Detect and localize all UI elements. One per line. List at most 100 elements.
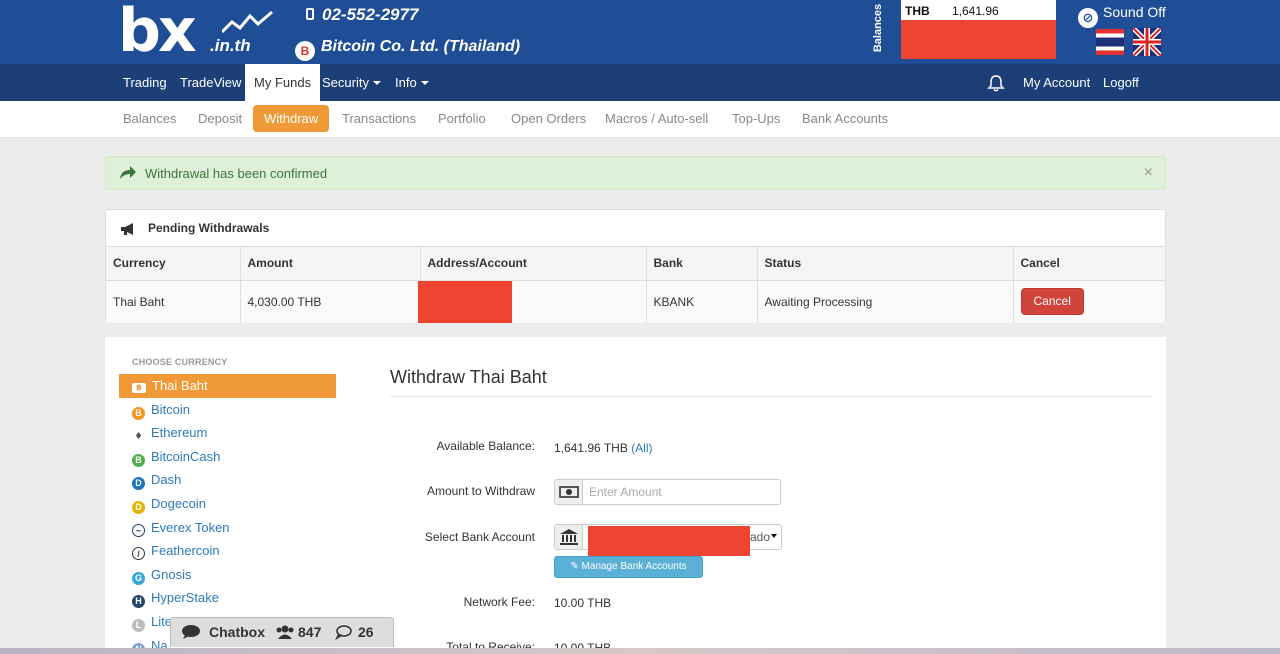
banknote-icon: ฿ <box>132 383 146 393</box>
cell-status: Awaiting Processing <box>757 280 1014 323</box>
cancel-button[interactable]: Cancel <box>1020 288 1084 315</box>
subnav-balances[interactable]: Balances <box>112 105 187 132</box>
redacted-area <box>417 280 512 323</box>
choose-currency-title: CHOOSE CURRENCY <box>132 357 228 367</box>
bitcoincash-icon: B <box>132 453 145 467</box>
close-icon[interactable]: × <box>1144 164 1153 182</box>
subnav-withdraw[interactable]: Withdraw <box>253 105 330 132</box>
divider <box>390 396 1152 397</box>
currency-gnosis[interactable]: G Gnosis <box>119 563 336 587</box>
bx-logo[interactable]: bx .in.th <box>118 0 278 66</box>
table-row: Thai Baht 4,030.00 THB KBANK Awaiting Pr… <box>106 280 1165 323</box>
pending-table: Currency Amount Address/Account Bank Sta… <box>106 247 1165 323</box>
subnav-macros[interactable]: Macros / Auto-sell <box>594 105 719 132</box>
funds-subnav: Balances Deposit Withdraw Transactions P… <box>0 101 1280 138</box>
share-arrow-icon <box>120 166 136 179</box>
bank-account-select[interactable]: ado <box>554 524 782 556</box>
success-alert: Withdrawal has been confirmed × <box>105 156 1166 190</box>
nav-tradeview[interactable]: TradeView <box>171 64 250 101</box>
chatbox-bar[interactable]: Chatbox 847 26 <box>170 617 394 647</box>
cell-amount: 4,030.00 THB <box>240 280 421 323</box>
megaphone-icon <box>121 223 133 235</box>
subnav-top-ups[interactable]: Top-Ups <box>721 105 791 132</box>
subnav-portfolio[interactable]: Portfolio <box>427 105 497 132</box>
subnav-deposit[interactable]: Deposit <box>187 105 253 132</box>
currency-bitcoincash[interactable]: B BitcoinCash <box>119 445 336 469</box>
users-icon <box>275 624 295 643</box>
chevron-down-icon <box>372 81 381 85</box>
currency-dash[interactable]: D Dash <box>119 468 336 492</box>
amount-input[interactable]: Enter Amount <box>554 479 781 505</box>
panel-header: Pending Withdrawals <box>106 210 1165 247</box>
col-status: Status <box>757 247 1014 281</box>
sound-off-icon: ⊘ <box>1078 8 1098 28</box>
feathercoin-icon: / <box>132 547 145 561</box>
dogecoin-icon: D <box>132 500 145 514</box>
phone-icon <box>306 8 314 20</box>
bell-icon[interactable] <box>987 74 1005 92</box>
panel-title: Pending Withdrawals <box>148 221 270 235</box>
network-fee-value: 10.00 THB <box>554 596 612 610</box>
subnav-open-orders[interactable]: Open Orders <box>500 105 597 132</box>
pencil-icon: ✎ <box>570 561 579 572</box>
phone-number: 02-552-2977 <box>306 5 418 25</box>
logo-text: bx <box>118 0 197 66</box>
ethereum-icon: ♦ <box>135 428 142 443</box>
nav-info[interactable]: Info <box>386 64 438 101</box>
currency-ethereum[interactable]: ♦ Ethereum <box>119 421 336 445</box>
redacted-area <box>901 20 1056 59</box>
manage-bank-accounts-button[interactable]: ✎ Manage Bank Accounts <box>554 556 703 578</box>
nav-trading[interactable]: Trading <box>114 64 176 101</box>
dash-icon: D <box>132 477 145 491</box>
bank-account-label: Select Bank Account <box>424 530 535 544</box>
alert-message: Withdrawal has been confirmed <box>145 166 328 181</box>
hyperstake-icon: H <box>132 595 145 609</box>
thai-flag-icon[interactable] <box>1096 29 1124 55</box>
currency-list: ฿ Thai Baht B Bitcoin ♦ Ethereum B BitcoinCa… <box>119 374 336 654</box>
available-balance-label: Available Balance: <box>436 439 535 453</box>
subnav-bank-accounts[interactable]: Bank Accounts <box>791 105 899 132</box>
bitcoin-coin-icon: B <box>295 41 315 61</box>
amount-placeholder: Enter Amount <box>589 485 662 499</box>
network-fee-label: Network Fee: <box>463 595 535 609</box>
nav-logoff[interactable]: Logoff <box>1094 64 1148 101</box>
chevron-down-icon <box>771 534 777 538</box>
col-address: Address/Account <box>420 247 647 281</box>
currency-hyperstake[interactable]: H HyperStake <box>119 586 336 610</box>
everex-icon: ~ <box>132 523 145 537</box>
cell-bank: KBANK <box>646 280 758 323</box>
cell-currency: Thai Baht <box>106 280 241 323</box>
col-amount: Amount <box>240 247 421 281</box>
amount-label: Amount to Withdraw <box>426 484 535 498</box>
logo-chart-icon <box>222 10 273 34</box>
main-nav: Trading TradeView My Funds Security Info… <box>0 64 1280 101</box>
chevron-down-icon <box>420 81 429 85</box>
pending-withdrawals-panel: Pending Withdrawals Currency Amount Addr… <box>105 209 1166 323</box>
currency-thai-baht[interactable]: ฿ Thai Baht <box>119 374 336 398</box>
nav-my-funds[interactable]: My Funds <box>245 64 321 101</box>
dock-strip <box>0 648 1280 654</box>
withdraw-title: Withdraw Thai Baht <box>390 367 547 387</box>
users-count: 847 <box>298 624 322 640</box>
currency-dogecoin[interactable]: D Dogecoin <box>119 492 336 516</box>
all-link[interactable]: (All) <box>631 441 652 455</box>
uk-flag-icon[interactable] <box>1133 28 1161 56</box>
redacted-area <box>588 526 750 556</box>
sound-toggle[interactable]: ⊘ Sound Off <box>1078 4 1166 28</box>
nav-security[interactable]: Security <box>313 64 390 101</box>
chatbox-label: Chatbox <box>209 624 265 640</box>
balance-box[interactable]: THB 1,641.96 <box>901 0 1056 59</box>
bank-icon <box>555 525 583 549</box>
nav-my-account[interactable]: My Account <box>1014 64 1099 101</box>
col-currency: Currency <box>106 247 241 281</box>
cell-address <box>417 280 647 323</box>
currency-feathercoin[interactable]: / Feathercoin <box>119 539 336 563</box>
balance-currency: THB <box>905 4 930 18</box>
bitcoin-icon: B <box>132 406 145 420</box>
currency-bitcoin[interactable]: B Bitcoin <box>119 398 336 422</box>
subnav-transactions[interactable]: Transactions <box>331 105 427 132</box>
logo-domain: .in.th <box>210 36 251 55</box>
company-name: B Bitcoin Co. Ltd. (Thailand) <box>295 38 520 61</box>
currency-everex[interactable]: ~ Everex Token <box>119 516 336 540</box>
chat-bubble-icon <box>181 624 201 643</box>
